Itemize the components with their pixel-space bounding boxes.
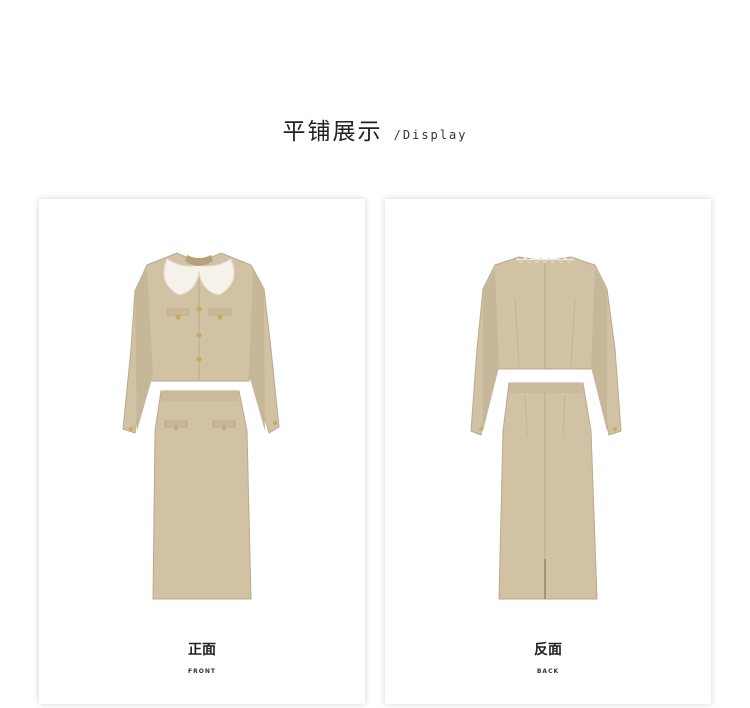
front-view-card: 正面 FRONT (39, 199, 365, 704)
section-subtitle: /Display (393, 128, 468, 142)
back-garment-image (470, 256, 622, 600)
front-garment-image (122, 252, 280, 600)
back-label: 反面 (534, 642, 562, 658)
back-view-card: 反面 BACK (385, 199, 711, 704)
section-title: 平铺展示 (282, 119, 383, 145)
section-heading: 平铺展示 /Display (0, 112, 750, 146)
back-label-en: BACK (536, 668, 560, 675)
front-label-en: FRONT (188, 668, 216, 675)
front-label: 正面 (188, 642, 216, 658)
